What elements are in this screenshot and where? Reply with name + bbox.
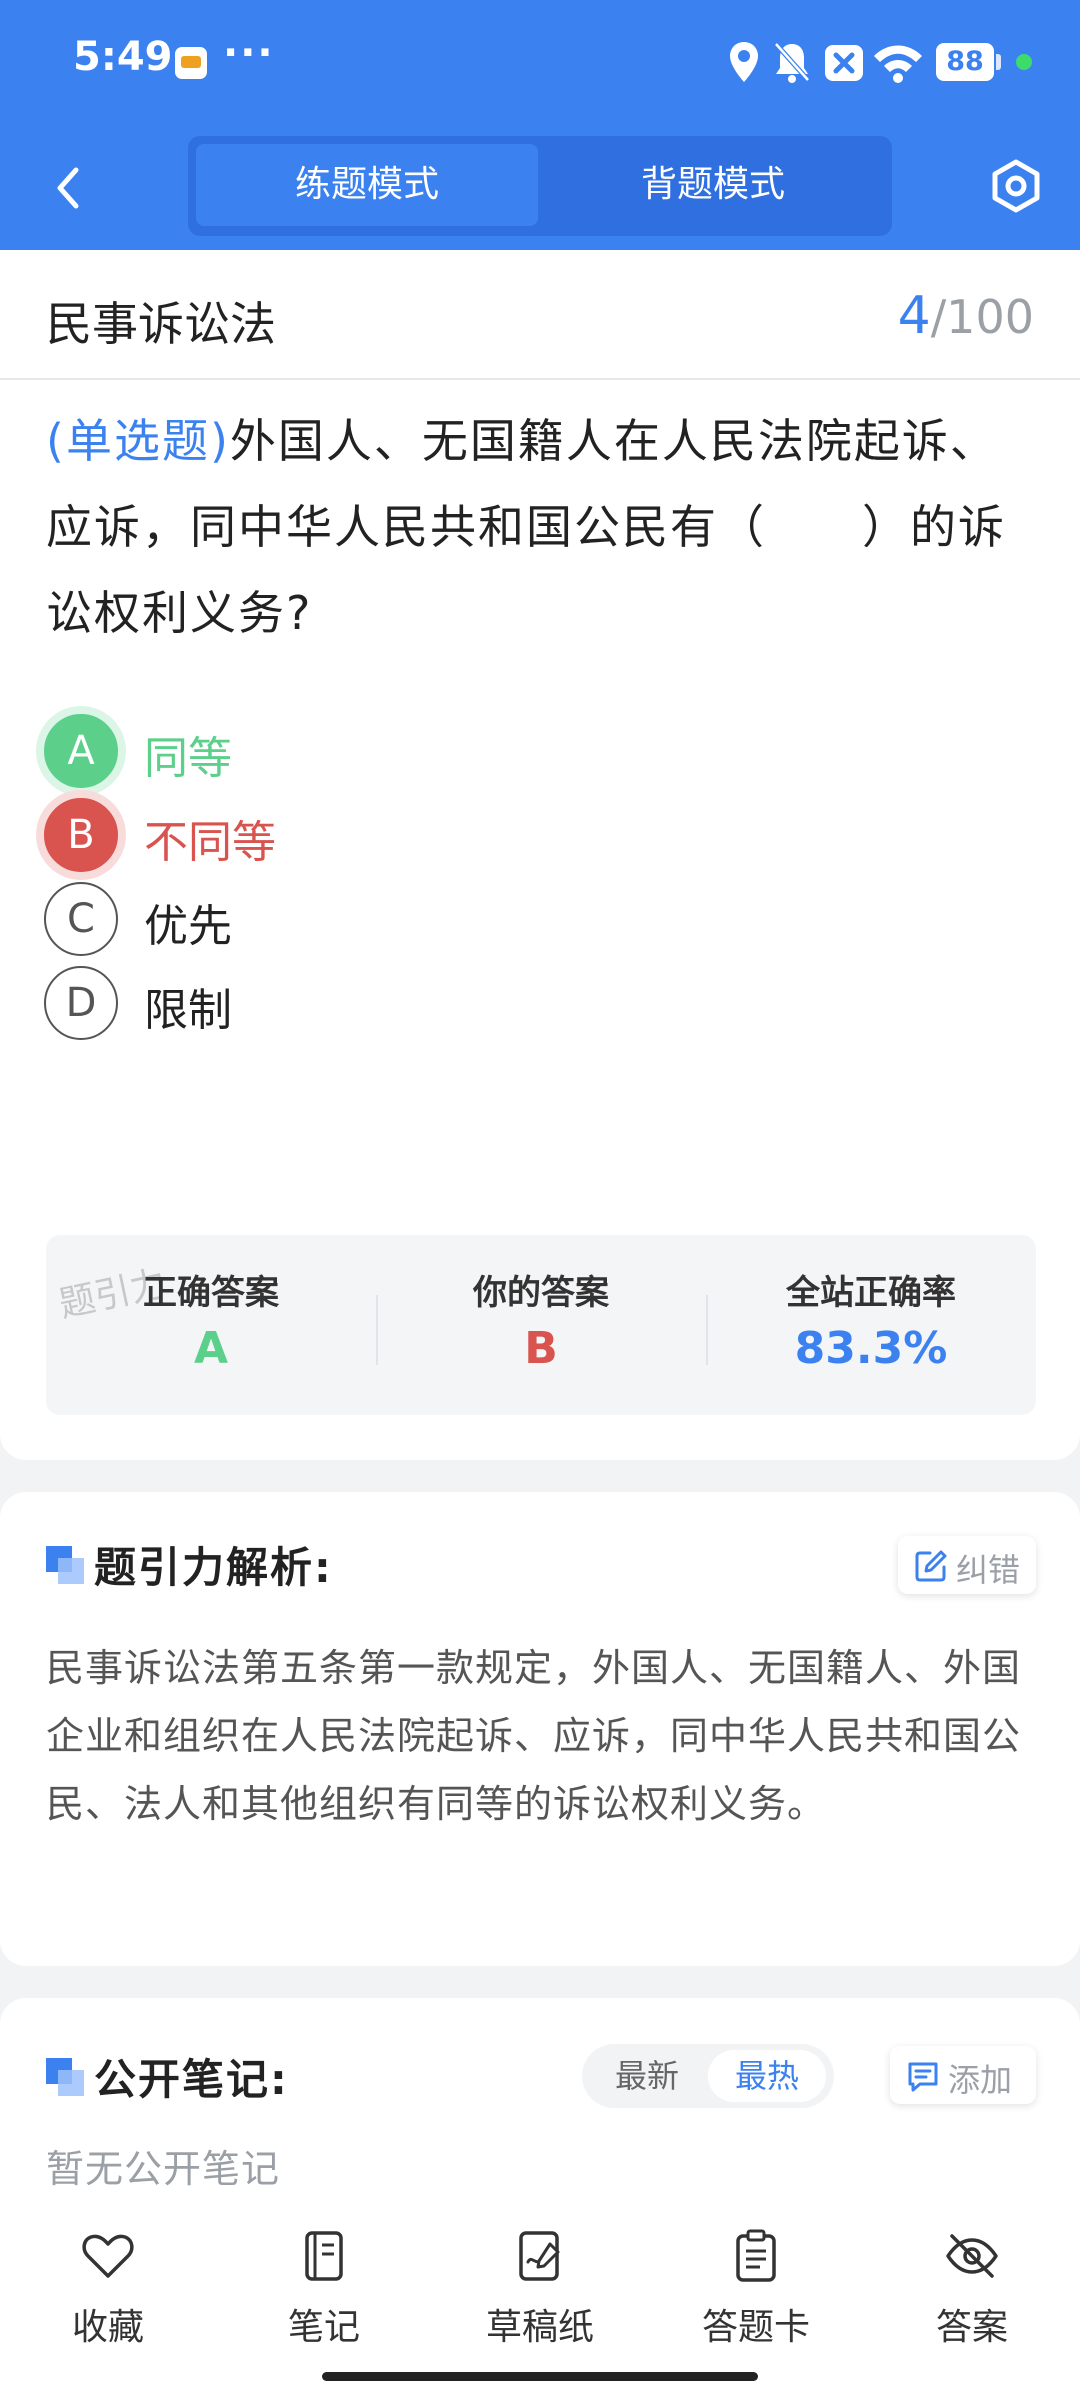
correct-answer-label: 正确答案 <box>143 1273 279 1313</box>
option-text: 同等 <box>144 733 232 784</box>
mute-bell-icon <box>774 42 810 83</box>
answer-sheet-button[interactable]: 答题卡 <box>676 2228 836 2358</box>
clock: 5:49 <box>73 34 173 80</box>
question-card: 民事诉讼法 4/100 (单选题)外国人、无国籍人在人民法院起诉、应诉，同中华人… <box>0 250 1080 1460</box>
question-stem: (单选题)外国人、无国籍人在人民法院起诉、应诉，同中华人民共和国公民有（ ）的诉… <box>46 398 1036 656</box>
report-error-button[interactable]: 纠错 <box>898 1536 1036 1594</box>
notes-label: 笔记 <box>287 2307 360 2348</box>
question-type: (单选题) <box>46 414 230 468</box>
analysis-title: 题引力解析: <box>94 1543 333 1592</box>
total-questions: /100 <box>930 290 1034 344</box>
status-bar: 5:49 ··· 88 <box>0 0 1080 128</box>
charging-dot <box>1016 54 1032 70</box>
comment-icon <box>908 2062 938 2092</box>
draft-paper-icon <box>519 2231 560 2281</box>
subject-header: 民事诉讼法 4/100 <box>0 250 1080 380</box>
sort-hottest[interactable]: 最热 <box>708 2050 826 2102</box>
analysis-text: 民事诉讼法第五条第一款规定，外国人、无国籍人、外国企业和组织在人民法院起诉、应诉… <box>46 1646 1022 1826</box>
accuracy-label: 全站正确率 <box>786 1273 956 1313</box>
current-question-number: 4 <box>897 286 931 346</box>
scratchpad-label: 草稿纸 <box>485 2307 594 2348</box>
option-text: 不同等 <box>144 817 276 868</box>
option-letter: A <box>44 714 118 788</box>
favorite-label: 收藏 <box>71 2307 144 2348</box>
home-indicator[interactable] <box>322 2372 758 2381</box>
report-error-label: 纠错 <box>956 1551 1021 1589</box>
your-answer-label: 你的答案 <box>473 1273 609 1313</box>
empty-notes-text: 暂无公开笔记 <box>46 2147 281 2191</box>
add-note-button[interactable]: 添加 <box>890 2046 1036 2104</box>
correct-answer-value: A <box>193 1323 229 1374</box>
section-squares-icon <box>46 2058 86 2098</box>
option-letter: B <box>44 798 118 872</box>
clipboard-icon <box>736 2229 776 2282</box>
correct-answer-block: 正确答案 A <box>46 1235 376 1415</box>
notes-sort-toggle: 最新 最热 <box>582 2044 834 2108</box>
subject-title: 民事诉讼法 <box>46 297 276 351</box>
location-icon <box>730 42 758 82</box>
option-b[interactable]: B 不同等 <box>44 798 744 872</box>
your-answer-block: 你的答案 B <box>376 1235 706 1415</box>
option-a[interactable]: A 同等 <box>44 714 744 788</box>
sort-newest[interactable]: 最新 <box>592 2050 702 2102</box>
tab-memorize-mode[interactable]: 背题模式 <box>542 144 884 226</box>
option-c[interactable]: C 优先 <box>44 882 744 956</box>
notebook-icon <box>305 2231 343 2281</box>
mode-switch: 练题模式 背题模式 <box>188 136 892 236</box>
battery-tip <box>996 54 1001 70</box>
question-counter: 4/100 <box>898 286 1034 346</box>
option-d[interactable]: D 限制 <box>44 966 744 1040</box>
settings-icon[interactable] <box>986 156 1046 216</box>
notes-title: 公开笔记: <box>94 2055 289 2104</box>
answer-summary: 题引力 正确答案 A 你的答案 B 全站正确率 83.3% <box>46 1235 1036 1415</box>
favorite-button[interactable]: 收藏 <box>28 2228 188 2358</box>
accuracy-block: 全站正确率 83.3% <box>706 1235 1036 1415</box>
answer-sheet-label: 答题卡 <box>701 2307 810 2348</box>
top-nav-bar: 练题模式 背题模式 <box>0 128 1080 250</box>
more-notifications: ··· <box>223 30 275 76</box>
option-letter: D <box>44 966 118 1040</box>
back-arrow-icon[interactable] <box>40 158 100 218</box>
wifi-icon <box>874 45 922 83</box>
section-squares-icon <box>46 1546 86 1586</box>
answer-toggle-label: 答案 <box>935 2307 1008 2348</box>
wallet-app-icon <box>175 47 207 79</box>
tab-practice-mode[interactable]: 练题模式 <box>196 144 538 226</box>
heart-icon <box>82 2234 134 2278</box>
accuracy-value: 83.3% <box>794 1323 948 1374</box>
edit-icon <box>915 1550 947 1582</box>
answer-toggle-button[interactable]: 答案 <box>892 2228 1052 2358</box>
your-answer-value: B <box>524 1323 558 1374</box>
option-text: 限制 <box>144 985 232 1036</box>
notes-button[interactable]: 笔记 <box>244 2228 404 2358</box>
analysis-card: 题引力解析: 纠错 民事诉讼法第五条第一款规定，外国人、无国籍人、外国企业和组织… <box>0 1492 1080 1966</box>
eye-off-icon <box>946 2234 998 2278</box>
add-note-label: 添加 <box>948 2061 1013 2099</box>
scratchpad-button[interactable]: 草稿纸 <box>460 2228 620 2358</box>
option-text: 优先 <box>144 901 232 952</box>
no-sim-icon <box>825 45 863 81</box>
battery-level: 88 <box>936 43 994 81</box>
option-letter: C <box>44 882 118 956</box>
